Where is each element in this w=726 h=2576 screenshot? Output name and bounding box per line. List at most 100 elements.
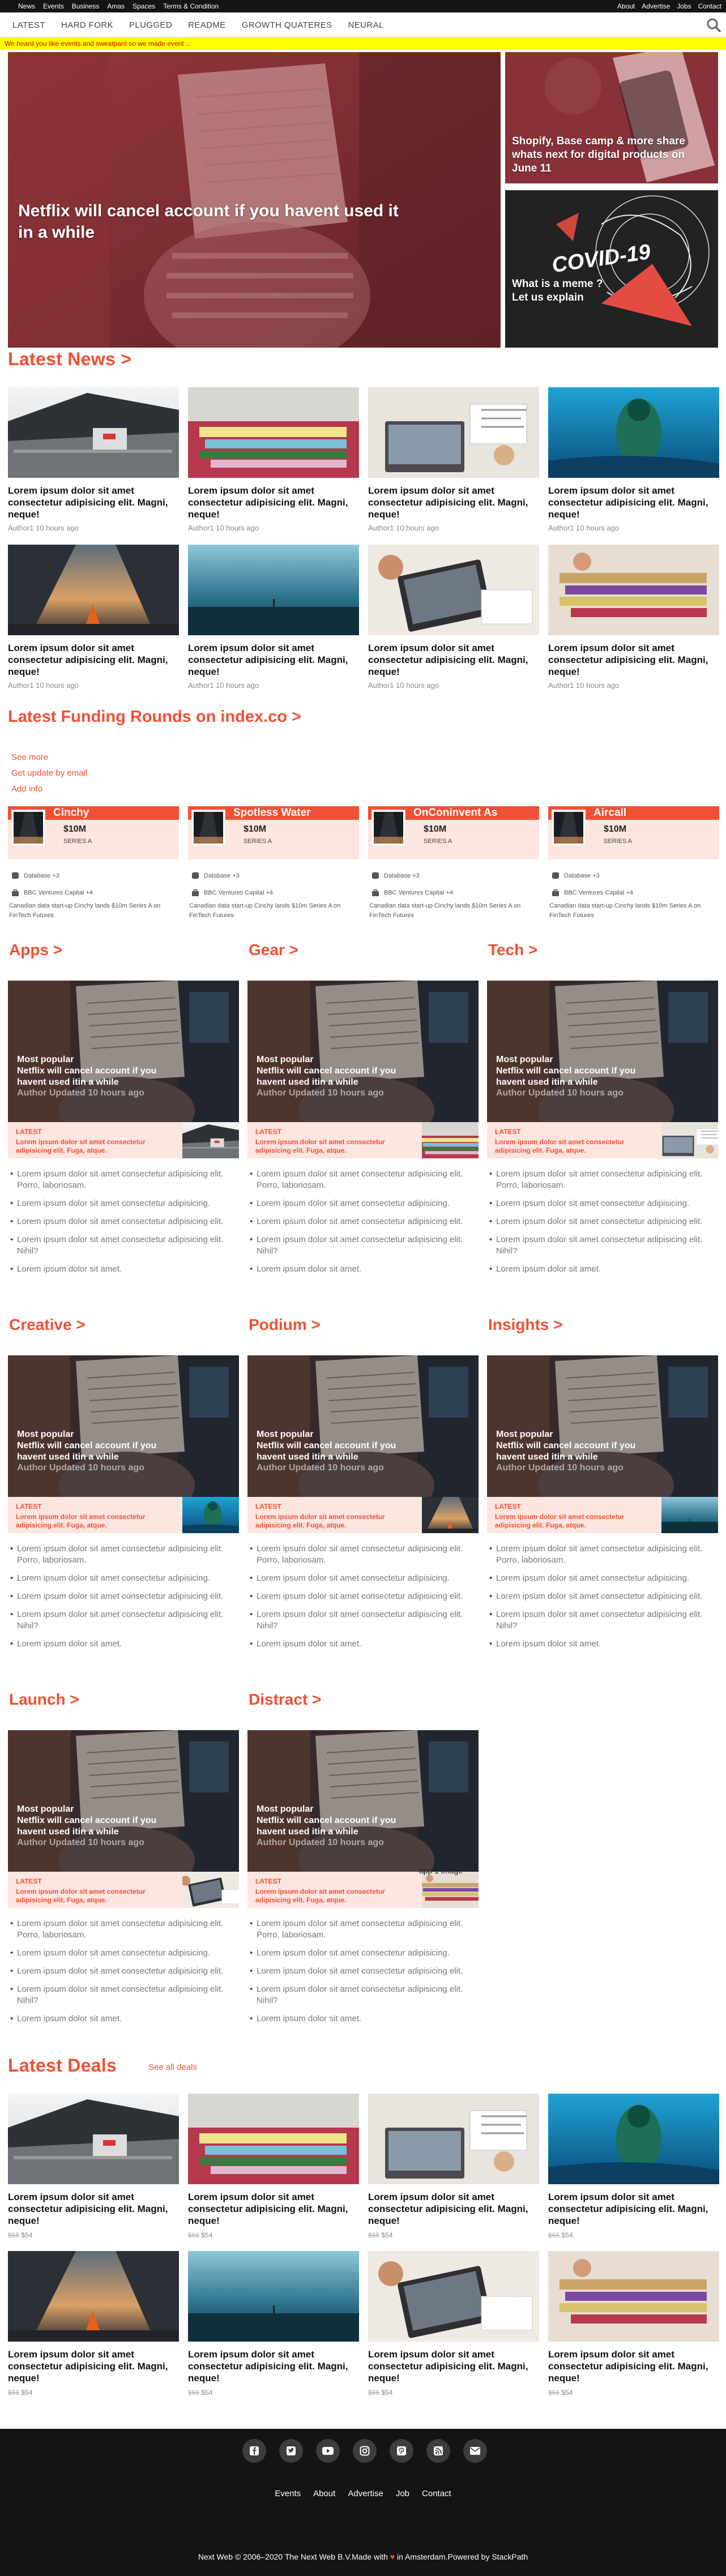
category-list-item[interactable]: Lorem ipsum dolor sit amet consectetur a… bbox=[8, 1216, 239, 1227]
topbar-link-jobs[interactable]: Jobs bbox=[677, 2, 691, 10]
category-heading[interactable]: Podium > bbox=[249, 1316, 321, 1334]
category-list-item[interactable]: Lorem ipsum dolor sit amet consectetur a… bbox=[8, 1198, 239, 1209]
category-list-item[interactable]: Lorem ipsum dolor sit amet consectetur a… bbox=[487, 1609, 718, 1632]
news-card[interactable]: Lorem ipsum dolor sit amet consectetur a… bbox=[8, 387, 179, 532]
category-list-item[interactable]: Lorem ipsum dolor sit amet consectetur a… bbox=[247, 1918, 479, 1941]
funding-card[interactable]: Aircall $10M SERIES A Database +3 BBC Ve… bbox=[548, 806, 719, 921]
latest-thumbnail[interactable] bbox=[182, 1122, 239, 1158]
category-list-item[interactable]: Lorem ipsum dolor sit amet. bbox=[487, 1638, 718, 1650]
category-list-item[interactable]: Lorem ipsum dolor sit amet. bbox=[247, 1638, 479, 1650]
latest-text[interactable]: Lorem ipsum dolor sit amet consectetur a… bbox=[16, 1513, 180, 1530]
news-card-image[interactable] bbox=[368, 387, 539, 478]
news-card[interactable]: Lorem ipsum dolor sit amet consectetur a… bbox=[188, 545, 359, 690]
latest-text[interactable]: Lorem ipsum dolor sit amet consectetur a… bbox=[255, 1138, 420, 1155]
deal-card-title[interactable]: Lorem ipsum dolor sit amet consectetur a… bbox=[368, 2191, 539, 2227]
latest-text[interactable]: Lorem ipsum dolor sit amet consectetur a… bbox=[255, 1513, 420, 1530]
featured-title[interactable]: Netflix will cancel account if you haven… bbox=[496, 1440, 655, 1463]
featured-title[interactable]: Netflix will cancel account if you haven… bbox=[17, 1815, 176, 1838]
nav-hard-fork[interactable]: HARD FORK bbox=[61, 20, 113, 30]
news-card-title[interactable]: Lorem ipsum dolor sit amet consectetur a… bbox=[548, 485, 719, 520]
category-list-item[interactable]: Lorem ipsum dolor sit amet consectetur a… bbox=[247, 1609, 479, 1632]
featured-title[interactable]: Netflix will cancel account if you haven… bbox=[17, 1066, 176, 1088]
deal-card-image[interactable] bbox=[188, 2251, 359, 2342]
category-list-item[interactable]: Lorem ipsum dolor sit amet consectetur a… bbox=[8, 1918, 239, 1941]
deal-card[interactable]: Lorem ipsum dolor sit amet consectetur a… bbox=[548, 2094, 719, 2239]
deal-card[interactable]: Lorem ipsum dolor sit amet consectetur a… bbox=[368, 2094, 539, 2239]
category-featured-story[interactable]: Most popular Netflix will cancel account… bbox=[8, 1355, 239, 1497]
search-icon[interactable] bbox=[706, 17, 721, 33]
pinterest-icon[interactable] bbox=[390, 2439, 413, 2463]
category-list-item[interactable]: Lorem ipsum dolor sit amet consectetur a… bbox=[8, 1169, 239, 1191]
mail-icon[interactable] bbox=[463, 2439, 487, 2463]
category-latest[interactable]: LATEST Lorem ipsum dolor sit amet consec… bbox=[8, 1122, 239, 1158]
hero-main-title[interactable]: Netflix will cancel account if you haven… bbox=[18, 200, 415, 243]
news-card-image[interactable] bbox=[8, 387, 179, 478]
news-card[interactable]: Lorem ipsum dolor sit amet consectetur a… bbox=[548, 545, 719, 690]
category-latest[interactable]: LATEST Lorem ipsum dolor sit amet consec… bbox=[8, 1497, 239, 1533]
nav-neural[interactable]: NEURAL bbox=[348, 20, 384, 30]
add-info-link[interactable]: Add info bbox=[11, 784, 42, 794]
topbar-link-terms[interactable]: Terms & Condition bbox=[163, 2, 219, 10]
category-list-item[interactable]: Lorem ipsum dolor sit amet consectetur a… bbox=[8, 1609, 239, 1632]
category-list-item[interactable]: Lorem ipsum dolor sit amet. bbox=[8, 1638, 239, 1650]
deal-card-image[interactable] bbox=[188, 2094, 359, 2184]
latest-thumbnail[interactable] bbox=[422, 1122, 479, 1158]
category-heading[interactable]: Gear > bbox=[249, 941, 298, 959]
latest-text[interactable]: Lorem ipsum dolor sit amet consectetur a… bbox=[495, 1513, 659, 1530]
category-list-item[interactable]: Lorem ipsum dolor sit amet consectetur a… bbox=[247, 1948, 479, 1959]
featured-title[interactable]: Netflix will cancel account if you haven… bbox=[496, 1066, 655, 1088]
category-list-item[interactable]: Lorem ipsum dolor sit amet consectetur a… bbox=[247, 1573, 479, 1584]
news-card-title[interactable]: Lorem ipsum dolor sit amet consectetur a… bbox=[368, 485, 539, 520]
hero-side-story-2[interactable]: COVID-19 What is a meme ? Let us explain bbox=[505, 190, 718, 348]
news-card-image[interactable] bbox=[188, 387, 359, 478]
deal-card-image[interactable] bbox=[368, 2094, 539, 2184]
category-list-item[interactable]: Lorem ipsum dolor sit amet consectetur a… bbox=[247, 1169, 479, 1191]
category-list-item[interactable]: Lorem ipsum dolor sit amet consectetur a… bbox=[247, 1966, 479, 1977]
category-list-item[interactable]: Lorem ipsum dolor sit amet consectetur a… bbox=[8, 1984, 239, 2006]
category-list-item[interactable]: Lorem ipsum dolor sit amet consectetur a… bbox=[487, 1591, 718, 1602]
latest-thumbnail[interactable] bbox=[661, 1122, 718, 1158]
funding-heading[interactable]: Latest Funding Rounds on index.co > bbox=[8, 708, 301, 726]
funding-description[interactable]: Canadian data start-up Cinchy lands $10m… bbox=[188, 901, 359, 921]
latest-thumbnail[interactable] bbox=[661, 1497, 718, 1533]
category-list-item[interactable]: Lorem ipsum dolor sit amet consectetur a… bbox=[8, 1966, 239, 1977]
see-more-link[interactable]: See more bbox=[11, 752, 48, 762]
category-latest[interactable]: LATEST Lorem ipsum dolor sit amet consec… bbox=[247, 1497, 479, 1533]
funding-card[interactable]: Cinchy $10M SERIES A Database +3 BBC Ven… bbox=[8, 806, 179, 921]
category-list-item[interactable]: Lorem ipsum dolor sit amet. bbox=[247, 2013, 479, 2025]
deal-card[interactable]: Lorem ipsum dolor sit amet consectetur a… bbox=[368, 2251, 539, 2397]
category-latest[interactable]: LATEST Lorem ipsum dolor sit amet consec… bbox=[487, 1497, 718, 1533]
news-card-title[interactable]: Lorem ipsum dolor sit amet consectetur a… bbox=[8, 642, 179, 678]
news-card-image[interactable] bbox=[188, 545, 359, 635]
category-list-item[interactable]: Lorem ipsum dolor sit amet consectetur a… bbox=[8, 1948, 239, 1959]
news-card-title[interactable]: Lorem ipsum dolor sit amet consectetur a… bbox=[368, 642, 539, 678]
category-heading[interactable]: Distract > bbox=[249, 1691, 321, 1709]
category-list-item[interactable]: Lorem ipsum dolor sit amet consectetur a… bbox=[487, 1234, 718, 1257]
latest-text[interactable]: Lorem ipsum dolor sit amet consectetur a… bbox=[16, 1888, 180, 1905]
category-latest[interactable]: LATEST Lorem ipsum dolor sit amet consec… bbox=[487, 1122, 718, 1158]
category-latest[interactable]: LATEST Lorem ipsum dolor sit amet consec… bbox=[247, 1122, 479, 1158]
deal-card-title[interactable]: Lorem ipsum dolor sit amet consectetur a… bbox=[188, 2348, 359, 2384]
category-list-item[interactable]: Lorem ipsum dolor sit amet consectetur a… bbox=[8, 1573, 239, 1584]
category-list-item[interactable]: Lorem ipsum dolor sit amet consectetur a… bbox=[247, 1234, 479, 1257]
category-list-item[interactable]: Lorem ipsum dolor sit amet consectetur a… bbox=[8, 1591, 239, 1602]
category-list-item[interactable]: Lorem ipsum dolor sit amet consectetur a… bbox=[247, 1216, 479, 1227]
news-card[interactable]: Lorem ipsum dolor sit amet consectetur a… bbox=[188, 387, 359, 532]
deal-card-title[interactable]: Lorem ipsum dolor sit amet consectetur a… bbox=[548, 2348, 719, 2384]
category-featured-story[interactable]: Most popular Netflix will cancel account… bbox=[247, 1355, 479, 1497]
category-featured-story[interactable]: Most popular Netflix will cancel account… bbox=[247, 1730, 479, 1872]
category-heading[interactable]: Creative > bbox=[9, 1316, 86, 1334]
latest-thumbnail[interactable] bbox=[182, 1872, 239, 1908]
category-heading[interactable]: Launch > bbox=[9, 1691, 79, 1709]
topbar-link-about[interactable]: About bbox=[617, 2, 635, 10]
category-heading[interactable]: Tech > bbox=[488, 941, 537, 959]
topbar-link-news[interactable]: News bbox=[18, 2, 35, 10]
category-list-item[interactable]: Lorem ipsum dolor sit amet consectetur a… bbox=[487, 1198, 718, 1209]
category-list-item[interactable]: Lorem ipsum dolor sit amet. bbox=[487, 1264, 718, 1275]
latest-text[interactable]: Lorem ipsum dolor sit amet consectetur a… bbox=[16, 1138, 180, 1155]
featured-title[interactable]: Netflix will cancel account if you haven… bbox=[257, 1440, 415, 1463]
latest-news-heading[interactable]: Latest News > bbox=[8, 349, 131, 370]
deal-card-image[interactable] bbox=[548, 2094, 719, 2184]
rss-icon[interactable] bbox=[426, 2439, 450, 2463]
category-heading[interactable]: Apps > bbox=[9, 941, 62, 959]
